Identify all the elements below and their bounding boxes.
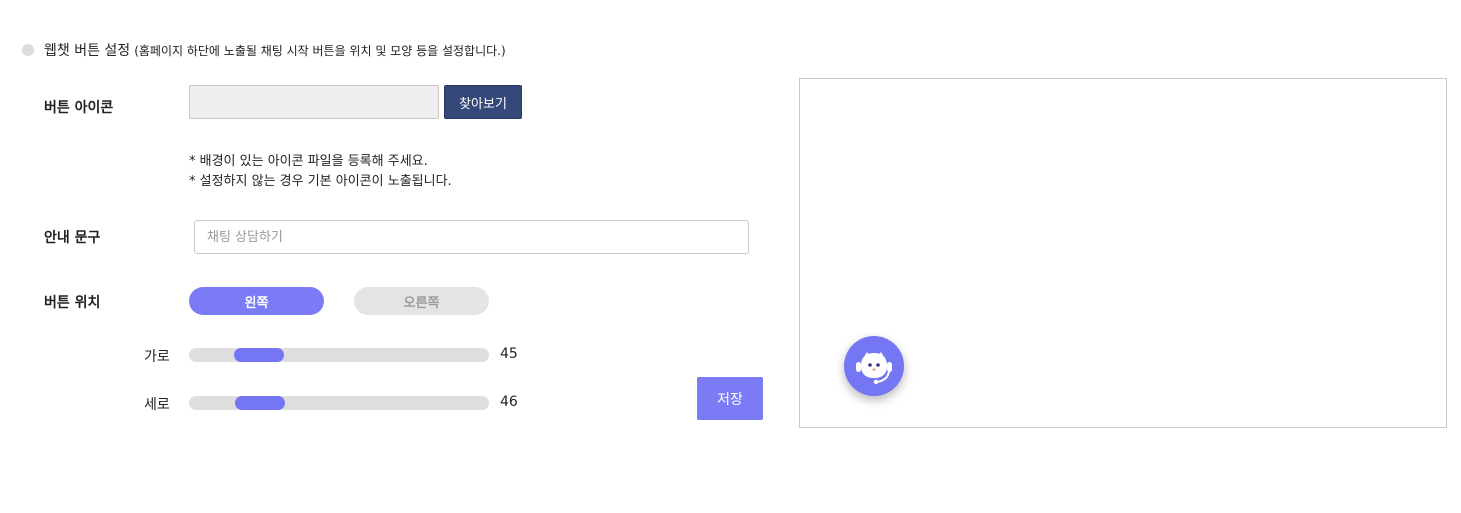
button-position-label: 버튼 위치 xyxy=(44,295,101,311)
vertical-slider[interactable] xyxy=(189,396,489,410)
guide-text-input[interactable] xyxy=(194,220,749,254)
bullet-dot-icon xyxy=(22,44,34,56)
preview-panel xyxy=(799,78,1447,428)
horizontal-slider-value: 45 xyxy=(500,346,518,362)
horizontal-slider[interactable] xyxy=(189,348,489,362)
vertical-slider-thumb[interactable] xyxy=(235,396,285,410)
position-left-button[interactable]: 왼쪽 xyxy=(189,287,324,315)
horizontal-slider-label: 가로 xyxy=(144,349,170,365)
section-header: 웹챗 버튼 설정 (홈페이지 하단에 노출될 채팅 시작 버튼을 위치 및 모양… xyxy=(22,40,506,60)
icon-file-field[interactable] xyxy=(189,85,439,119)
guide-text-label: 안내 문구 xyxy=(44,230,101,246)
chatbot-headset-icon xyxy=(856,352,892,385)
icon-note-background: * 배경이 있는 아이콘 파일을 등록해 주세요. xyxy=(189,154,428,169)
button-icon-label: 버튼 아이콘 xyxy=(44,100,114,116)
position-right-button[interactable]: 오른쪽 xyxy=(354,287,489,315)
chat-launcher-button[interactable] xyxy=(844,336,904,396)
browse-button[interactable]: 찾아보기 xyxy=(444,85,522,119)
save-button[interactable]: 저장 xyxy=(697,377,763,420)
vertical-slider-label: 세로 xyxy=(144,397,170,413)
section-title: 웹챗 버튼 설정 xyxy=(44,43,131,59)
vertical-slider-value: 46 xyxy=(500,394,518,410)
horizontal-slider-thumb[interactable] xyxy=(234,348,284,362)
section-subtitle: (홈페이지 하단에 노출될 채팅 시작 버튼을 위치 및 모양 등을 설정합니다… xyxy=(134,43,506,58)
icon-note-default: * 설정하지 않는 경우 기본 아이콘이 노출됩니다. xyxy=(189,174,452,189)
